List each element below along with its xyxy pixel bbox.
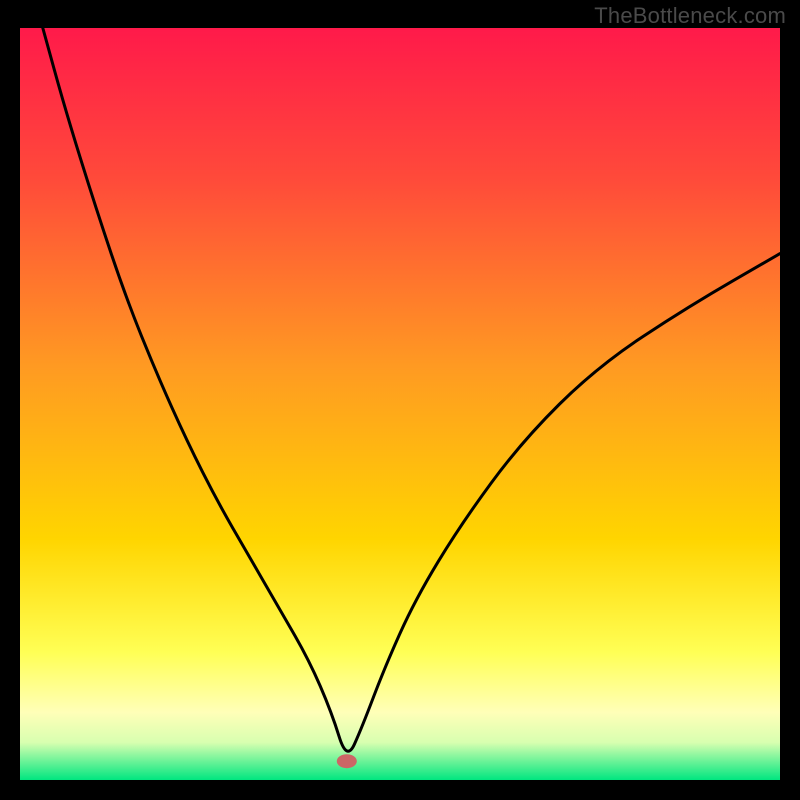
minimum-marker <box>337 754 357 768</box>
chart-container: TheBottleneck.com <box>0 0 800 800</box>
plot-area <box>20 28 780 780</box>
bottleneck-chart <box>0 0 800 800</box>
